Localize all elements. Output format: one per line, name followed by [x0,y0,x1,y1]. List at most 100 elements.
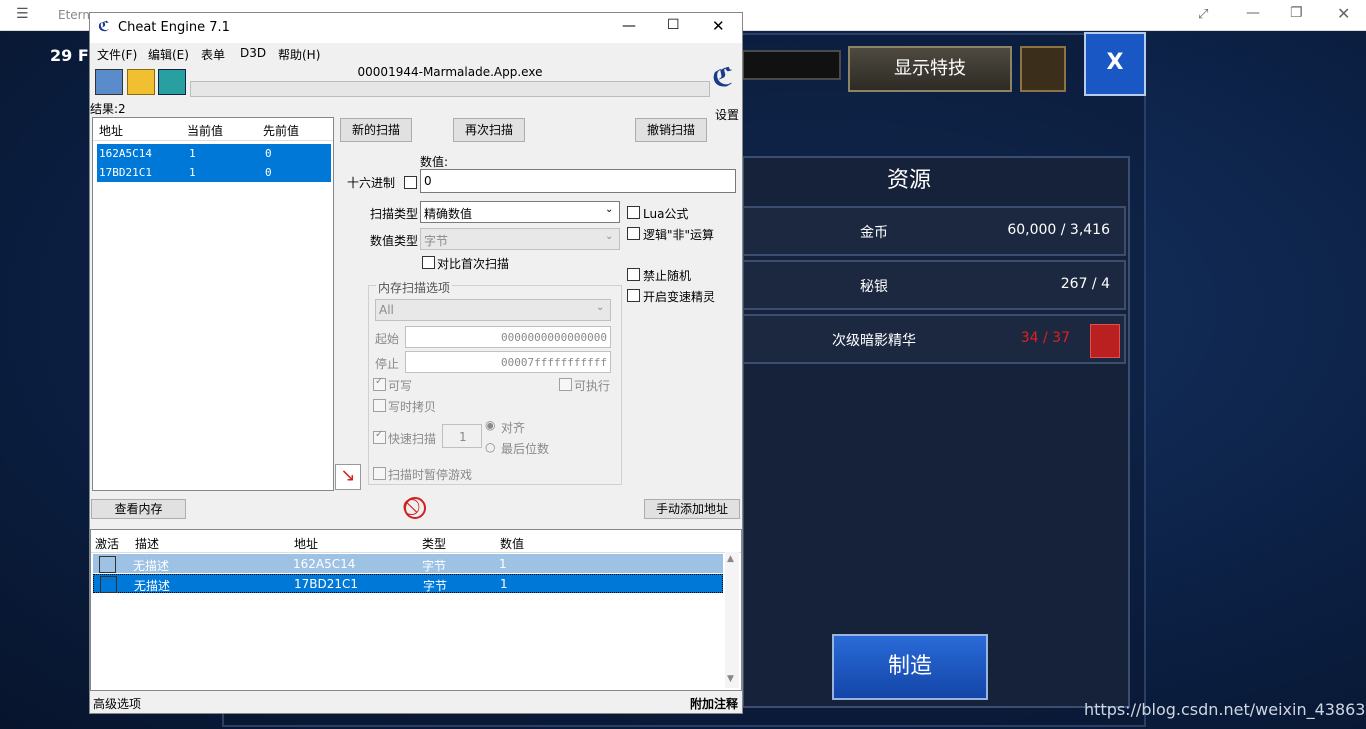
lua-formula-checkbox[interactable] [627,206,640,219]
table-comments[interactable]: 附加注释 [690,695,738,712]
fullscreen-icon[interactable]: ⤢ [1198,7,1208,22]
column-header[interactable]: 数值 [500,535,524,552]
cheat-engine-window: ℭ Cheat Engine 7.1 — ☐ ✕ 文件(F) 编辑(E) 表单 … [89,12,743,714]
game-window-title: Etern [58,8,90,22]
no-random-label: 禁止随机 [643,269,692,283]
close-icon[interactable]: ✕ [712,17,725,35]
open-file-icon[interactable] [127,69,155,95]
fast-scan-input[interactable]: 1 [442,424,482,448]
save-icon[interactable] [158,69,186,95]
show-skills-button[interactable]: 显示特技 [848,46,1012,92]
stop-icon[interactable]: ⃠ [404,497,426,519]
next-scan-button[interactable]: 再次扫描 [453,118,525,142]
copy-on-write-checkbox[interactable] [373,399,386,412]
ce-logo-icon[interactable]: ℭ [712,63,733,93]
results-header: 地址 当前值 先前值 [93,118,333,141]
executable-label: 可执行 [574,379,611,393]
lua-formula-label: Lua公式 [643,207,689,221]
radio-selected-icon[interactable]: ◉ [485,418,495,432]
column-header[interactable]: 类型 [422,535,446,552]
active-checkbox[interactable] [99,556,116,573]
view-memory-button[interactable]: 查看内存 [91,499,186,519]
column-header[interactable]: 地址 [294,535,318,552]
hex-label: 十六进制 [347,176,396,190]
new-scan-button[interactable]: 新的扫描 [340,118,412,142]
memory-region-select[interactable]: All ⌄ [375,299,611,321]
column-header[interactable]: 地址 [99,122,123,139]
check-icon: ✓ [375,376,384,387]
settings-label[interactable]: 设置 [715,106,739,123]
scroll-up-icon[interactable]: ▲ [727,554,734,564]
undo-scan-button[interactable]: 撤销扫描 [635,118,707,142]
start-address-value: 0000000000000000 [501,331,607,344]
ce-titlebar: ℭ Cheat Engine 7.1 — ☐ ✕ [90,13,742,43]
cheat-table-header: 激活 描述 地址 类型 数值 [91,530,741,553]
stop-address-input[interactable]: 00007fffffffffff [405,351,611,373]
executable-checkbox[interactable] [559,378,572,391]
value-input[interactable]: 0 [420,169,736,193]
no-random-checkbox[interactable] [627,268,640,281]
row-value: 1 [500,577,508,591]
chest-icon[interactable] [1020,46,1066,92]
scan-type-value: 精确数值 [424,207,473,221]
hamburger-menu-icon[interactable]: ☰ [16,6,29,22]
memory-scan-options-title: 内存扫描选项 [376,279,453,296]
pause-game-checkbox[interactable] [373,467,386,480]
maximize-icon[interactable]: ☐ [667,17,680,33]
hex-checkbox[interactable] [404,176,417,189]
advanced-options[interactable]: 高级选项 [93,695,141,712]
fast-scan-checkbox[interactable]: ✓ [373,429,386,444]
active-checkbox[interactable] [100,576,117,593]
minimize-icon[interactable]: — [1246,5,1260,21]
add-to-list-arrow-icon[interactable]: ↘ [335,464,361,490]
menu-d3d[interactable]: D3D [240,46,266,60]
result-previous: 0 [265,166,272,179]
item-slots [742,50,841,80]
add-address-manually-button[interactable]: 手动添加地址 [644,499,740,519]
start-address-input[interactable]: 0000000000000000 [405,326,611,348]
menu-table[interactable]: 表单 [201,46,225,63]
minimize-icon[interactable]: — [622,18,636,34]
stop-address-value: 00007fffffffffff [501,356,607,369]
result-row[interactable]: 17BD21C1 1 0 [97,163,331,182]
scan-type-label: 扫描类型 [370,207,419,221]
scan-type-select[interactable]: 精确数值 ⌄ [420,201,620,223]
column-header[interactable]: 描述 [135,535,159,552]
game-close-button[interactable]: X [1084,32,1146,96]
result-previous: 0 [265,147,272,160]
menu-help[interactable]: 帮助(H) [278,46,320,63]
column-header[interactable]: 激活 [95,535,119,552]
menu-file[interactable]: 文件(F) [97,46,137,63]
compare-first-checkbox[interactable] [422,256,435,269]
column-header[interactable]: 先前值 [263,122,299,139]
logic-not-checkbox[interactable] [627,227,640,240]
writable-checkbox[interactable]: ✓ [373,376,386,391]
anvil-icon[interactable] [1090,324,1120,358]
column-header[interactable]: 当前值 [187,122,223,139]
radio-icon[interactable]: ○ [485,440,495,454]
craft-button[interactable]: 制造 [832,634,988,700]
scrollbar[interactable]: ▲ ▼ [725,552,739,688]
chevron-down-icon: ⌄ [605,231,614,242]
row-address: 17BD21C1 [294,577,359,591]
restore-icon[interactable]: ❐ [1290,5,1303,21]
resource-value: 267 / 4 [1060,276,1110,292]
memory-region-value: All [379,303,394,317]
result-row[interactable]: 162A5C14 1 0 [97,144,331,163]
cheat-table[interactable]: 激活 描述 地址 类型 数值 无描述 162A5C14 字节 1 无描述 17B… [90,529,742,691]
speedhack-checkbox[interactable] [627,289,640,302]
start-label: 起始 [375,332,400,346]
select-process-icon[interactable] [95,69,123,95]
results-count: 结果:2 [90,102,126,116]
results-list[interactable]: 地址 当前值 先前值 162A5C14 1 0 17BD21C1 1 0 [92,117,334,491]
progress-bar [190,81,710,97]
value-type-select[interactable]: 字节 ⌄ [420,228,620,250]
stop-label: 停止 [375,357,400,371]
close-icon[interactable]: ✕ [1337,4,1350,23]
table-row[interactable]: 无描述 17BD21C1 字节 1 [93,574,723,593]
scroll-down-icon[interactable]: ▼ [727,674,734,684]
resource-name: 秘银 [860,279,888,295]
menu-edit[interactable]: 编辑(E) [148,46,189,63]
table-row[interactable]: 无描述 162A5C14 字节 1 [93,554,723,573]
resource-row: 金币 60,000 / 3,416 [742,206,1126,256]
